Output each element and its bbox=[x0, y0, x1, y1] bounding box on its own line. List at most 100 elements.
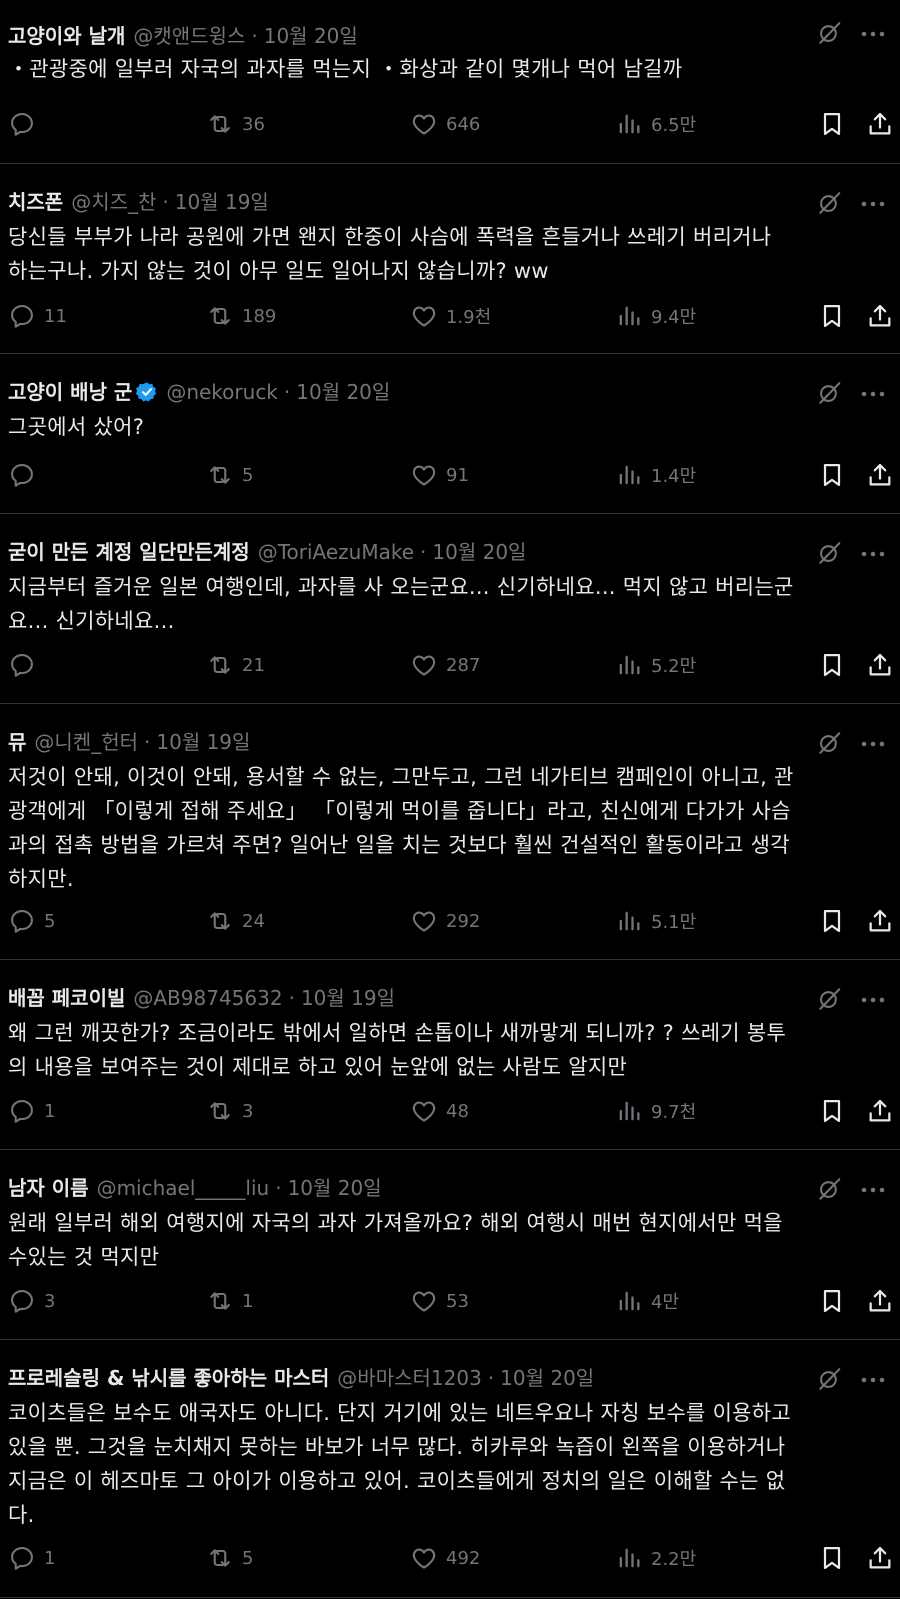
author-name[interactable]: 배꼽 페코이빌 bbox=[8, 982, 125, 1014]
tweet[interactable]: 고양이 배낭 군 @nekoruck · 10월 20일 그곳에서 샀어? 5 91 1.4만 bbox=[0, 354, 900, 514]
grok-icon[interactable] bbox=[816, 190, 842, 216]
views-button[interactable]: 2.2만 bbox=[615, 1541, 696, 1575]
tweet-timestamp[interactable]: 10월 20일 bbox=[288, 1172, 382, 1204]
grok-icon[interactable] bbox=[816, 986, 842, 1012]
tweet-timestamp[interactable]: 10월 20일 bbox=[264, 20, 358, 52]
grok-icon[interactable] bbox=[816, 540, 842, 566]
tweet[interactable]: 고양이와 날개 @캣앤드윙스 · 10월 20일 ・관광중에 일부러 자국의 과자를 먹… bbox=[0, 0, 900, 164]
author-handle[interactable]: @michael_____liu bbox=[97, 1172, 270, 1204]
share-button[interactable] bbox=[866, 107, 894, 141]
author-handle[interactable]: @ToriAezuMake bbox=[258, 536, 414, 568]
like-button[interactable]: 48 bbox=[410, 1094, 469, 1128]
views-button[interactable]: 5.2만 bbox=[615, 648, 696, 682]
like-button[interactable]: 292 bbox=[410, 904, 480, 938]
retweet-button[interactable]: 21 bbox=[206, 648, 265, 682]
reply-icon bbox=[8, 110, 36, 138]
author-name[interactable]: 굳이 만든 계정 일단만든계정 bbox=[8, 536, 250, 568]
like-button[interactable]: 91 bbox=[410, 458, 469, 492]
author-handle[interactable]: @치즈_찬 bbox=[71, 186, 156, 218]
tweet-timestamp[interactable]: 10월 20일 bbox=[296, 376, 390, 408]
retweet-button[interactable]: 3 bbox=[206, 1094, 253, 1128]
tweet[interactable]: 굳이 만든 계정 일단만든계정 @ToriAezuMake · 10월 20일 지금부터… bbox=[0, 514, 900, 704]
like-button[interactable]: 646 bbox=[410, 107, 480, 141]
like-button[interactable]: 287 bbox=[410, 648, 480, 682]
more-icon[interactable] bbox=[858, 380, 888, 408]
more-icon[interactable] bbox=[858, 730, 888, 758]
reply-button[interactable]: 1 bbox=[8, 1541, 55, 1575]
share-button[interactable] bbox=[866, 1541, 894, 1575]
views-button[interactable]: 9.7천 bbox=[615, 1094, 696, 1128]
author-name[interactable]: 뮤 bbox=[8, 726, 26, 758]
grok-icon[interactable] bbox=[816, 1176, 842, 1202]
retweet-button[interactable]: 1 bbox=[206, 1284, 253, 1318]
bookmark-button[interactable] bbox=[818, 648, 846, 682]
tweet-timestamp[interactable]: 10월 20일 bbox=[432, 536, 526, 568]
share-button[interactable] bbox=[866, 458, 894, 492]
grok-icon[interactable] bbox=[816, 1366, 842, 1392]
views-button[interactable]: 6.5만 bbox=[615, 107, 696, 141]
views-button[interactable]: 9.4만 bbox=[615, 299, 696, 333]
views-button[interactable]: 4만 bbox=[615, 1284, 679, 1318]
reply-button[interactable]: 11 bbox=[8, 299, 67, 333]
author-name[interactable]: 프로레슬링 & 낚시를 좋아하는 마스터 bbox=[8, 1362, 329, 1394]
retweet-button[interactable]: 5 bbox=[206, 458, 253, 492]
more-icon[interactable] bbox=[858, 20, 888, 48]
tweet-timestamp[interactable]: 10월 20일 bbox=[500, 1362, 594, 1394]
grok-icon[interactable] bbox=[816, 730, 842, 756]
tweet[interactable]: 프로레슬링 & 낚시를 좋아하는 마스터 @바마스터1203 · 10월 20일 코이츠… bbox=[0, 1340, 900, 1598]
bookmark-button[interactable] bbox=[818, 107, 846, 141]
more-icon[interactable] bbox=[858, 1176, 888, 1204]
author-handle[interactable]: @바마스터1203 bbox=[337, 1362, 482, 1394]
author-handle[interactable]: @캣앤드윙스 bbox=[133, 20, 245, 52]
retweet-button[interactable]: 189 bbox=[206, 299, 276, 333]
retweet-button[interactable]: 24 bbox=[206, 904, 265, 938]
author-name[interactable]: 고양이 배낭 군 bbox=[8, 376, 132, 408]
like-button[interactable]: 492 bbox=[410, 1541, 480, 1575]
like-button[interactable]: 53 bbox=[410, 1284, 469, 1318]
like-count: 53 bbox=[446, 1290, 469, 1312]
bookmark-button[interactable] bbox=[818, 299, 846, 333]
bookmark-button[interactable] bbox=[818, 458, 846, 492]
bookmark-button[interactable] bbox=[818, 1541, 846, 1575]
bookmark-button[interactable] bbox=[818, 1284, 846, 1318]
share-button[interactable] bbox=[866, 648, 894, 682]
grok-icon[interactable] bbox=[816, 20, 842, 46]
share-button[interactable] bbox=[866, 299, 894, 333]
author-name[interactable]: 치즈폰 bbox=[8, 186, 63, 218]
retweet-button[interactable]: 36 bbox=[206, 107, 265, 141]
tweet-timestamp[interactable]: 10월 19일 bbox=[156, 726, 250, 758]
reply-button[interactable] bbox=[8, 648, 44, 682]
reply-button[interactable]: 3 bbox=[8, 1284, 55, 1318]
bookmark-button[interactable] bbox=[818, 1094, 846, 1128]
author-name[interactable]: 고양이와 날개 bbox=[8, 20, 125, 52]
views-button[interactable]: 5.1만 bbox=[615, 904, 696, 938]
tweet[interactable]: 치즈폰 @치즈_찬 · 10월 19일 당신들 부부가 나라 공원에 가면 왠지 한중이… bbox=[0, 164, 900, 354]
tweet[interactable]: 배꼽 페코이빌 @AB98745632 · 10월 19일 왜 그런 깨끗한가? 조금이… bbox=[0, 960, 900, 1150]
like-button[interactable]: 1.9천 bbox=[410, 299, 491, 333]
reply-button[interactable]: 5 bbox=[8, 904, 55, 938]
tweet[interactable]: 뮤 @니켄_헌터 · 10월 19일 저것이 안돼, 이것이 안돼, 용서할 수 없는,… bbox=[0, 704, 900, 960]
tweet-header: 고양이 배낭 군 @nekoruck · 10월 20일 bbox=[8, 376, 390, 408]
author-name[interactable]: 남자 이름 bbox=[8, 1172, 89, 1204]
share-button[interactable] bbox=[866, 1094, 894, 1128]
more-icon[interactable] bbox=[858, 190, 888, 218]
more-icon[interactable] bbox=[858, 986, 888, 1014]
share-button[interactable] bbox=[866, 904, 894, 938]
more-icon[interactable] bbox=[858, 540, 888, 568]
tweet[interactable]: 남자 이름 @michael_____liu · 10월 20일 원래 일부러 해외 여… bbox=[0, 1150, 900, 1340]
grok-icon[interactable] bbox=[816, 380, 842, 406]
views-button[interactable]: 1.4만 bbox=[615, 458, 696, 492]
author-handle[interactable]: @니켄_헌터 bbox=[34, 726, 138, 758]
author-handle[interactable]: @AB98745632 bbox=[133, 982, 282, 1014]
reply-button[interactable] bbox=[8, 458, 44, 492]
retweet-button[interactable]: 5 bbox=[206, 1541, 253, 1575]
share-button[interactable] bbox=[866, 1284, 894, 1318]
reply-button[interactable] bbox=[8, 107, 44, 141]
author-handle[interactable]: @nekoruck bbox=[166, 376, 278, 408]
more-icon[interactable] bbox=[858, 1366, 888, 1394]
tweet-timestamp[interactable]: 10월 19일 bbox=[301, 982, 395, 1014]
tweet-timestamp[interactable]: 10월 19일 bbox=[175, 186, 269, 218]
retweet-icon bbox=[206, 907, 234, 935]
reply-button[interactable]: 1 bbox=[8, 1094, 55, 1128]
bookmark-button[interactable] bbox=[818, 904, 846, 938]
